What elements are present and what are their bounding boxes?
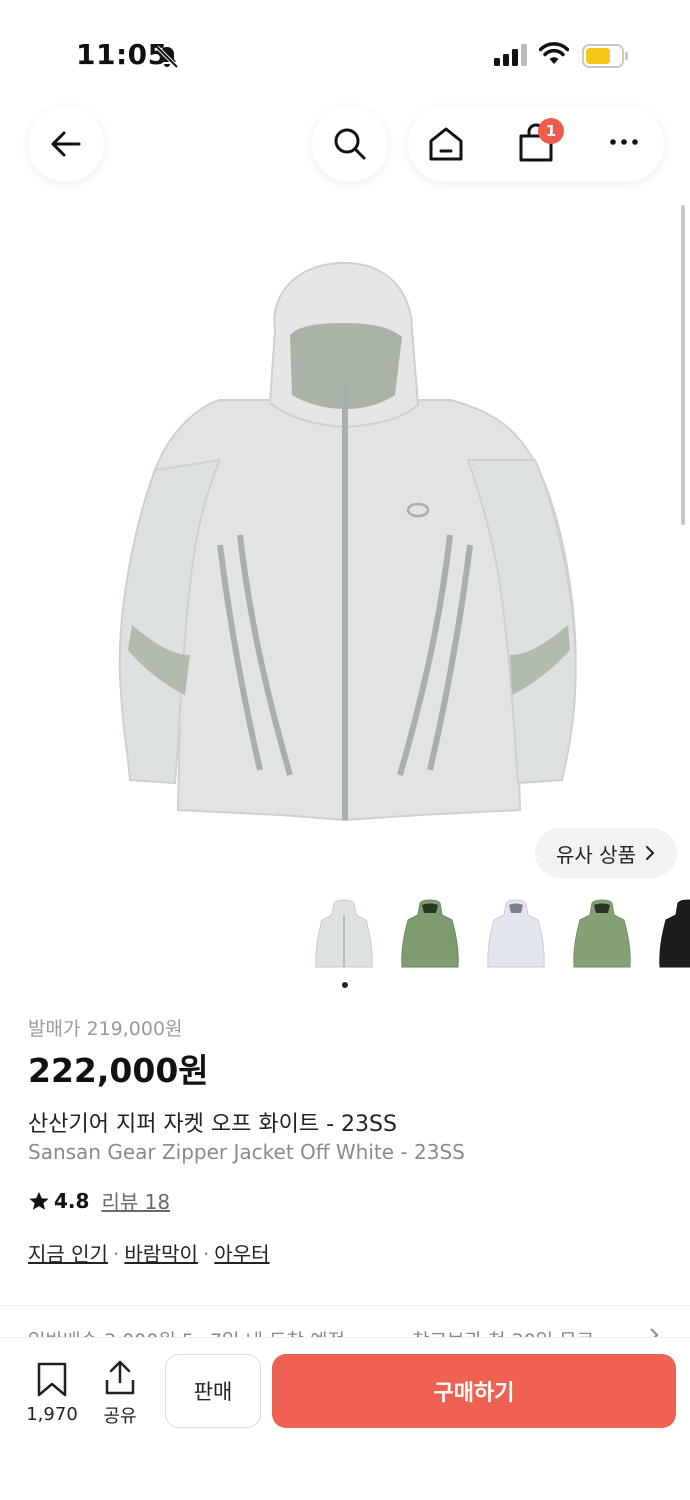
product-price: 222,000원 — [28, 1051, 209, 1090]
star-icon — [29, 1191, 49, 1210]
thumbnail-4[interactable] — [558, 895, 646, 975]
home-icon[interactable] — [426, 124, 466, 164]
bell-slash-icon — [155, 45, 179, 69]
section-divider — [0, 1305, 690, 1306]
color-thumbnails — [300, 895, 690, 975]
battery-icon — [582, 44, 628, 68]
chevron-right-icon — [645, 846, 654, 860]
share-icon — [105, 1360, 135, 1395]
sell-button[interactable]: 판매 — [165, 1354, 261, 1428]
product-title-korean: 산산기어 지퍼 자켓 오프 화이트 - 23SS — [28, 1112, 397, 1137]
search-button[interactable] — [312, 106, 388, 182]
more-horizontal-icon[interactable] — [608, 132, 640, 152]
thumbnail-1[interactable] — [300, 895, 388, 975]
cart-count-badge: 1 — [538, 118, 564, 144]
search-icon — [334, 128, 366, 160]
header-action-group: 1 — [408, 106, 664, 182]
page-indicator-dot — [342, 982, 348, 988]
status-bar: 11:05 — [0, 0, 690, 100]
review-link[interactable]: 리뷰 18 — [101, 1186, 170, 1215]
tag-trending[interactable]: 지금 인기 — [28, 1242, 108, 1266]
similar-products-label: 유사 상품 — [556, 842, 636, 867]
wishlist-button[interactable]: 1,970 — [24, 1362, 80, 1425]
product-title-english: Sansan Gear Zipper Jacket Off White - 23… — [28, 1140, 465, 1164]
arrow-left-icon — [51, 131, 81, 157]
bookmark-icon — [37, 1362, 67, 1397]
back-button[interactable] — [28, 106, 104, 182]
product-image[interactable] — [100, 255, 590, 835]
thumbnail-5[interactable] — [644, 895, 690, 975]
scroll-indicator[interactable] — [681, 205, 685, 525]
tag-separator: · — [112, 1242, 120, 1266]
bottom-action-bar: 1,970 공유 판매 구매하기 — [0, 1337, 690, 1500]
share-button[interactable]: 공유 — [96, 1360, 144, 1428]
rating-row: 4.8 리뷰 18 — [28, 1186, 170, 1215]
share-label: 공유 — [103, 1406, 137, 1427]
thumbnail-3[interactable] — [472, 895, 560, 975]
wifi-icon — [539, 42, 569, 64]
wishlist-count: 1,970 — [26, 1404, 78, 1425]
thumbnail-2[interactable] — [386, 895, 474, 975]
rating-value: 4.8 — [54, 1188, 90, 1213]
release-price: 발매가 219,000원 — [28, 1018, 183, 1040]
buy-button[interactable]: 구매하기 — [272, 1354, 676, 1428]
tag-outerwear[interactable]: 아우터 — [214, 1242, 269, 1266]
tag-windbreaker[interactable]: 바람막이 — [124, 1242, 198, 1266]
tag-separator: · — [202, 1242, 210, 1266]
signal-icon — [494, 44, 527, 66]
category-tags: 지금 인기 · 바람막이 · 아우터 — [28, 1238, 270, 1267]
similar-products-button[interactable]: 유사 상품 — [535, 828, 677, 878]
